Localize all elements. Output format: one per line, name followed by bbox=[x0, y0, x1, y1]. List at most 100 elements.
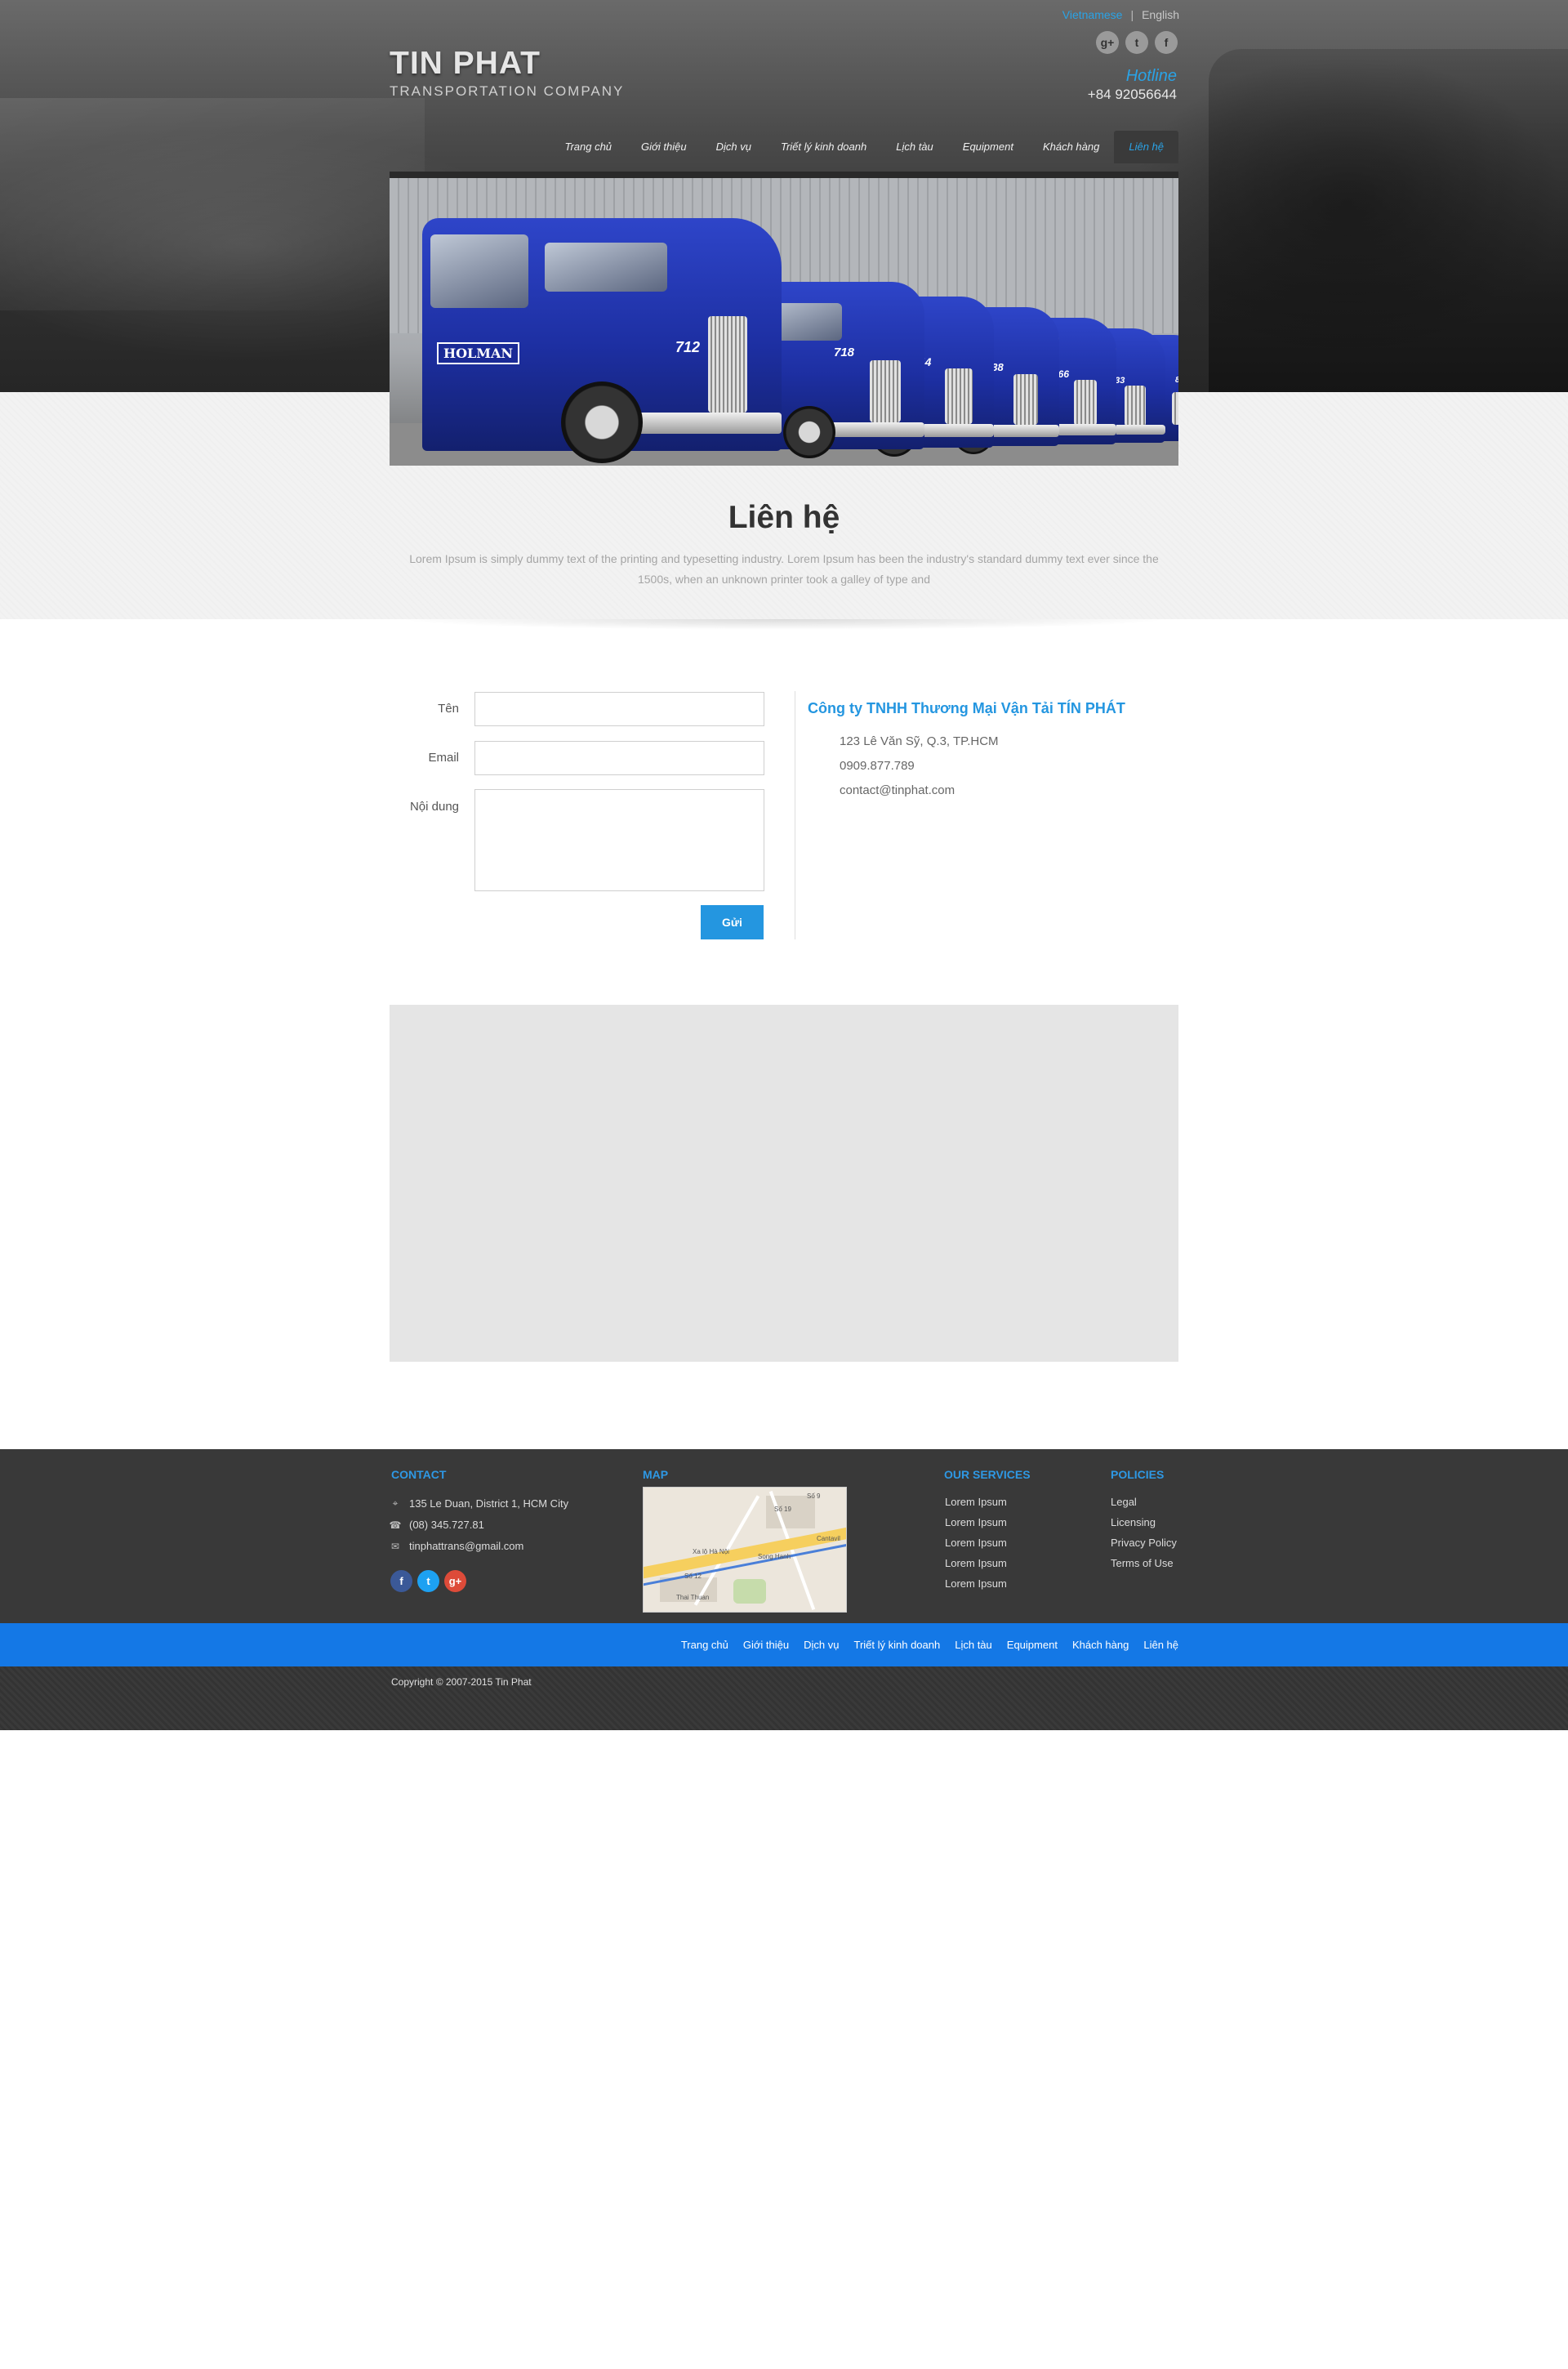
map-label: Cantavil bbox=[817, 1535, 840, 1542]
truck-grill bbox=[1013, 374, 1038, 425]
hero-banner: 832 733 766 738 744 718 HOLMAN bbox=[390, 172, 1178, 466]
footer-service-link[interactable]: Lorem Ipsum bbox=[945, 1557, 1007, 1569]
page-title: Liên hệ bbox=[728, 500, 840, 535]
bottom-nav: Trang chủ Giới thiệu Dịch vụ Triết lý ki… bbox=[674, 1623, 1178, 1666]
footer-policy-terms[interactable]: Terms of Use bbox=[1111, 1557, 1174, 1569]
footer-mini-map[interactable]: Xa lộ Hà Nội Song Hanh Cantavil Thai Thu… bbox=[643, 1487, 847, 1613]
bottom-nav-gioi-thieu[interactable]: Giới thiệu bbox=[736, 1639, 796, 1651]
submit-button[interactable]: Gửi bbox=[701, 905, 764, 939]
bottom-nav-lien-he[interactable]: Liên hệ bbox=[1136, 1639, 1178, 1651]
footer-service-link[interactable]: Lorem Ipsum bbox=[945, 1496, 1007, 1508]
name-label: Tên bbox=[438, 702, 459, 716]
company-name: Công ty TNHH Thương Mại Vận Tải TÍN PHÁT bbox=[808, 700, 1125, 716]
envelope-icon: ✉ bbox=[390, 1540, 400, 1552]
footer-services-heading: OUR SERVICES bbox=[944, 1468, 1031, 1481]
footer-contact-heading: CONTACT bbox=[391, 1468, 447, 1481]
truck-grill bbox=[945, 368, 973, 424]
banner-truck-1: HOLMAN 712 bbox=[422, 218, 782, 463]
footer-email-text[interactable]: tinphattrans@gmail.com bbox=[409, 1540, 523, 1552]
title-strip-shadow bbox=[400, 619, 1168, 640]
footer-policy-legal[interactable]: Legal bbox=[1111, 1496, 1137, 1508]
footer-email: ✉ tinphattrans@gmail.com bbox=[390, 1540, 523, 1552]
content-textarea[interactable] bbox=[474, 789, 764, 891]
footer-map-heading: MAP bbox=[643, 1468, 669, 1481]
truck-grill bbox=[1074, 380, 1097, 426]
site-logo[interactable]: TIN PHAT TRANSPORTATION COMPANY bbox=[390, 46, 624, 100]
truck-grill bbox=[870, 360, 901, 422]
bottom-nav-triet-ly[interactable]: Triết lý kinh doanh bbox=[846, 1639, 947, 1651]
footer-phone-text: (08) 345.727.81 bbox=[409, 1519, 484, 1531]
map-label: Số 9 bbox=[807, 1492, 821, 1500]
footer-address: ⌖ 135 Le Duan, District 1, HCM City bbox=[390, 1497, 568, 1510]
hotline-label: Hotline bbox=[1125, 67, 1177, 85]
nav-item-triet-ly[interactable]: Triết lý kinh doanh bbox=[766, 131, 881, 163]
bottom-nav-equipment[interactable]: Equipment bbox=[1000, 1639, 1065, 1651]
page-description: Lorem Ipsum is simply dummy text of the … bbox=[409, 552, 1159, 586]
footer-service-link[interactable]: Lorem Ipsum bbox=[945, 1577, 1007, 1590]
map-label: Số 19 bbox=[774, 1506, 791, 1513]
nav-item-gioi-thieu[interactable]: Giới thiệu bbox=[626, 131, 702, 163]
nav-item-equipment[interactable]: Equipment bbox=[948, 131, 1028, 163]
truck-brand-logo: HOLMAN bbox=[437, 342, 520, 364]
map-label: Thai Thuan bbox=[676, 1594, 710, 1601]
logo-name: TIN PHAT bbox=[390, 46, 541, 81]
main-nav: Trang chủ Giới thiệu Dịch vụ Triết lý ki… bbox=[550, 131, 1178, 163]
language-vietnamese-link[interactable]: Vietnamese bbox=[1062, 8, 1123, 21]
footer-policies-heading: POLICIES bbox=[1111, 1468, 1165, 1481]
footer-service-link[interactable]: Lorem Ipsum bbox=[945, 1537, 1007, 1549]
facebook-icon[interactable]: f bbox=[390, 1570, 412, 1592]
header-social-links: g+ t f bbox=[1096, 31, 1178, 54]
twitter-icon[interactable]: t bbox=[1125, 31, 1148, 54]
bottom-nav-lich-tau[interactable]: Lịch tàu bbox=[947, 1639, 1000, 1651]
map-embed[interactable] bbox=[390, 1005, 1178, 1362]
truck-grill bbox=[1172, 392, 1178, 425]
map-park bbox=[733, 1579, 766, 1604]
facebook-icon[interactable]: f bbox=[1155, 31, 1178, 54]
google-plus-icon[interactable]: g+ bbox=[1096, 31, 1119, 54]
copyright-bar bbox=[0, 1666, 1568, 1730]
header-truck-silhouette bbox=[1209, 49, 1568, 392]
hotline: Hotline +84 92056644 bbox=[1088, 67, 1177, 103]
footer-service-link[interactable]: Lorem Ipsum bbox=[945, 1516, 1007, 1528]
truck-windshield bbox=[545, 243, 667, 292]
phone-icon: ☎ bbox=[389, 1519, 402, 1531]
nav-item-dich-vu[interactable]: Dịch vụ bbox=[702, 131, 766, 163]
content-label: Nội dung bbox=[409, 800, 459, 814]
name-input[interactable] bbox=[474, 692, 764, 726]
nav-item-khach-hang[interactable]: Khách hàng bbox=[1028, 131, 1114, 163]
bottom-nav-dich-vu[interactable]: Dịch vụ bbox=[796, 1639, 846, 1651]
company-address: 123 Lê Văn Sỹ, Q.3, TP.HCM bbox=[840, 734, 999, 748]
logo-tagline: TRANSPORTATION COMPANY bbox=[390, 83, 625, 99]
language-separator: | bbox=[1130, 8, 1134, 21]
header-light-streak bbox=[0, 98, 425, 310]
hotline-number: +84 92056644 bbox=[1087, 87, 1177, 102]
map-label: Xa lộ Hà Nội bbox=[693, 1548, 729, 1555]
google-plus-icon[interactable]: g+ bbox=[444, 1570, 466, 1592]
truck-wheel bbox=[561, 381, 643, 463]
truck-wheel bbox=[783, 406, 835, 458]
truck-number: 712 bbox=[675, 339, 701, 355]
company-phone: 0909.877.789 bbox=[840, 759, 915, 773]
map-label: Số 12 bbox=[684, 1573, 702, 1580]
footer-phone: ☎ (08) 345.727.81 bbox=[390, 1519, 484, 1531]
map-label: Song Hanh bbox=[758, 1553, 791, 1560]
truck-grill bbox=[708, 316, 747, 413]
bottom-nav-trang-chu[interactable]: Trang chủ bbox=[674, 1639, 736, 1651]
truck-grill bbox=[1125, 386, 1146, 426]
footer-address-text: 135 Le Duan, District 1, HCM City bbox=[409, 1497, 569, 1510]
nav-item-trang-chu[interactable]: Trang chủ bbox=[550, 131, 626, 163]
twitter-icon[interactable]: t bbox=[417, 1570, 439, 1592]
footer-policy-licensing[interactable]: Licensing bbox=[1111, 1516, 1156, 1528]
truck-number: 718 bbox=[834, 346, 855, 359]
email-input[interactable] bbox=[474, 741, 764, 775]
nav-item-lich-tau[interactable]: Lịch tàu bbox=[881, 131, 948, 163]
footer-policy-privacy[interactable]: Privacy Policy bbox=[1111, 1537, 1177, 1549]
footer-social-links: f t g+ bbox=[390, 1570, 466, 1592]
copyright-text: Copyright © 2007-2015 Tin Phat bbox=[391, 1676, 532, 1688]
language-english-link[interactable]: English bbox=[1142, 8, 1179, 21]
nav-item-lien-he[interactable]: Liên hệ bbox=[1114, 131, 1178, 163]
bottom-nav-khach-hang[interactable]: Khách hàng bbox=[1065, 1639, 1136, 1651]
location-pin-icon: ⌖ bbox=[392, 1497, 399, 1509]
email-label: Email bbox=[428, 751, 459, 765]
company-email[interactable]: contact@tinphat.com bbox=[840, 783, 955, 797]
